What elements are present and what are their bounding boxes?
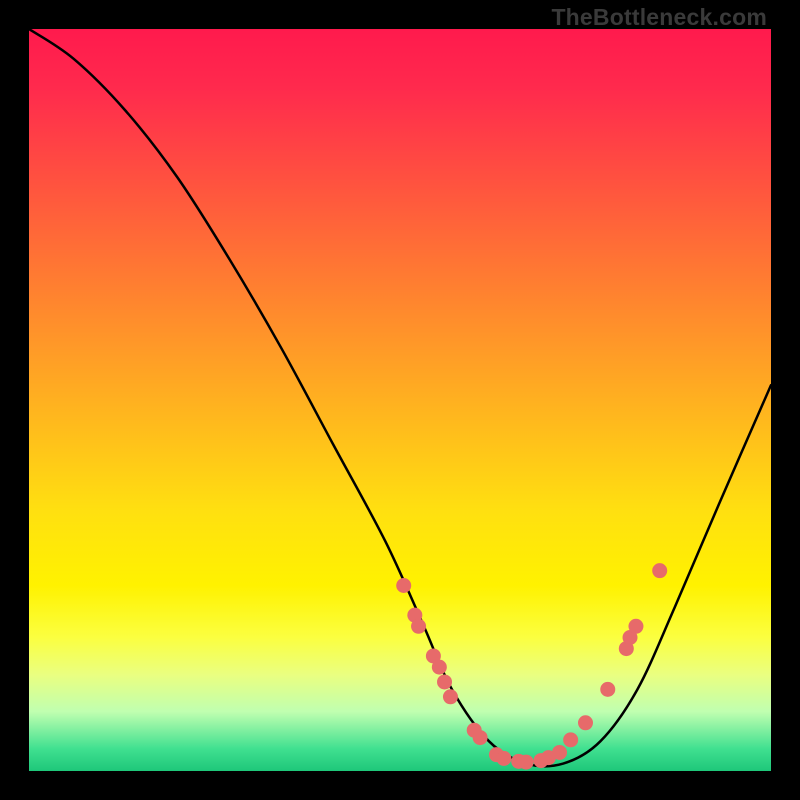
data-marker — [600, 682, 615, 697]
chart-svg — [29, 29, 771, 771]
data-marker — [628, 619, 643, 634]
chart-frame — [29, 29, 771, 771]
data-marker — [652, 563, 667, 578]
data-marker — [396, 578, 411, 593]
data-marker — [473, 730, 488, 745]
bottleneck-curve-path — [29, 29, 771, 766]
data-marker — [432, 660, 447, 675]
data-marker — [563, 732, 578, 747]
data-marker — [411, 619, 426, 634]
data-marker — [443, 689, 458, 704]
data-marker — [437, 674, 452, 689]
data-markers-group — [396, 563, 667, 769]
data-marker — [552, 745, 567, 760]
data-marker — [519, 755, 534, 770]
data-marker — [578, 715, 593, 730]
data-marker — [496, 751, 511, 766]
watermark-text: TheBottleneck.com — [551, 4, 767, 31]
